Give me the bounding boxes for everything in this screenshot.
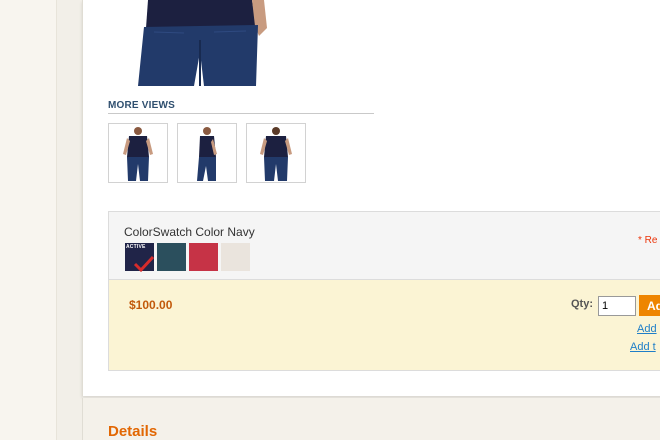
thumbnail-side[interactable]: [177, 123, 237, 183]
details-heading: Details: [108, 423, 158, 440]
thumbnail-back[interactable]: [246, 123, 306, 183]
active-tag: ACTIVE: [126, 244, 146, 250]
add-to-cart-box: [108, 279, 660, 371]
add-to-wishlist-link[interactable]: Add: [637, 323, 657, 335]
more-views-heading: MORE VIEWS: [108, 100, 374, 114]
add-to-compare-link[interactable]: Add t: [630, 341, 656, 353]
add-to-cart-button[interactable]: Ad: [639, 295, 660, 316]
page-background-left: [0, 0, 56, 440]
checkmark-icon: [133, 255, 155, 273]
color-swatch-label: ColorSwatch Color Navy: [124, 225, 255, 239]
page-edge: [56, 0, 83, 440]
swatch-red[interactable]: [189, 243, 218, 271]
swatch-cream[interactable]: [221, 243, 250, 271]
main-product-image: [134, 0, 269, 86]
thumbnail-front[interactable]: [108, 123, 168, 183]
details-section: [82, 398, 660, 440]
product-price: $100.00: [129, 298, 173, 312]
qty-label: Qty:: [571, 298, 593, 310]
swatch-teal[interactable]: [157, 243, 186, 271]
swatch-navy[interactable]: ACTIVE: [125, 243, 155, 273]
qty-input[interactable]: [598, 296, 636, 316]
required-fields-note: * Re: [638, 235, 658, 246]
